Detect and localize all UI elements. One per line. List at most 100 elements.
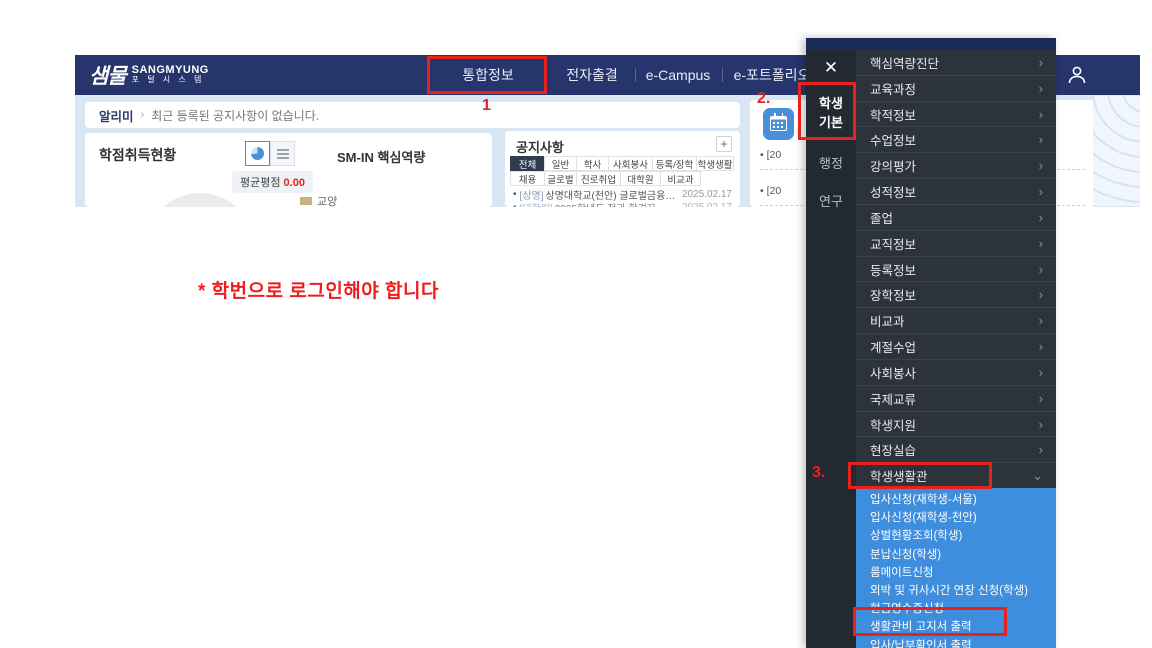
- chevron-right-icon: ›: [1039, 158, 1043, 173]
- menu-item-class-info[interactable]: 수업정보›: [856, 127, 1056, 153]
- login-note: * 학번으로 로그인해야 합니다: [198, 276, 439, 303]
- menu-item-grades[interactable]: 성적정보›: [856, 179, 1056, 205]
- logo-text: SANGMYUNG 포 털 시 스 템: [132, 65, 209, 85]
- close-icon[interactable]: ✕: [806, 58, 856, 78]
- nav-separator: [722, 68, 723, 82]
- tab-all[interactable]: 전체: [510, 156, 545, 171]
- chevron-right-icon: ›: [1039, 417, 1043, 432]
- calendar-icon: [770, 116, 787, 131]
- background-watermark: [1093, 96, 1140, 206]
- alert-title: 알리미: [99, 106, 134, 125]
- menu-item-seasonal-semester[interactable]: 계절수업›: [856, 334, 1056, 360]
- sidebar-rail: ✕ 학생 기본 행정 연구: [806, 50, 856, 648]
- menu-item-volunteer[interactable]: 사회봉사›: [856, 360, 1056, 386]
- chevron-right-icon: ›: [1039, 391, 1043, 406]
- chevron-right-icon: ›: [1039, 81, 1043, 96]
- gpa-value: 0.00: [284, 177, 305, 189]
- portal-logo[interactable]: 샘물 SANGMYUNG 포 털 시 스 템: [89, 60, 209, 90]
- pie-view-button[interactable]: [245, 141, 270, 166]
- menu-item-registration-info[interactable]: 등록정보›: [856, 257, 1056, 283]
- submenu-roommate-application[interactable]: 룸메이트신청: [856, 563, 1056, 581]
- submenu-move-in-cheonan[interactable]: 입사신청(재학생-천안): [856, 508, 1056, 526]
- chevron-right-icon: ›: [1039, 442, 1043, 457]
- submenu-move-in-seoul[interactable]: 입사신청(재학생-서울): [856, 490, 1056, 508]
- alert-bar: 알리미 › 최근 등록된 공지사항이 없습니다.: [85, 102, 740, 128]
- tab-extracurricular[interactable]: 비교과: [660, 171, 701, 186]
- sidebar-menu: 핵심역량진단› 교육과정› 학적정보› 수업정보› 강의평가› 성적정보› 졸업…: [856, 50, 1056, 488]
- chevron-right-icon: ›: [1039, 184, 1043, 199]
- menu-item-extracurricular[interactable]: 비교과›: [856, 308, 1056, 334]
- menu-item-international-exchange[interactable]: 국제교류›: [856, 386, 1056, 412]
- tab-empty: [700, 171, 734, 186]
- chevron-right-icon: ›: [1039, 339, 1043, 354]
- gpa-chip: 평균평점 0.00: [232, 171, 313, 193]
- chevron-right-icon: ›: [1039, 210, 1043, 225]
- tab-registration-scholarship[interactable]: 등록/장학: [652, 156, 697, 171]
- nav-separator: [635, 68, 636, 82]
- tab-student-life[interactable]: 학생생활: [696, 156, 734, 171]
- alert-message: 최근 등록된 공지사항이 없습니다.: [151, 107, 319, 124]
- user-profile-icon[interactable]: [1065, 63, 1089, 87]
- menu-item-academic-records[interactable]: 학적정보›: [856, 102, 1056, 128]
- core-competency-title: SM-IN 핵심역량: [337, 147, 425, 166]
- chevron-right-icon: ›: [1039, 55, 1043, 70]
- rail-item-administration[interactable]: 행정: [806, 154, 856, 173]
- menu-item-core-competency[interactable]: 핵심역량진단›: [856, 50, 1056, 76]
- menu-item-teaching-info[interactable]: 교직정보›: [856, 231, 1056, 257]
- submenu-move-in-payment-certificate[interactable]: 입사/납부확인서 출력: [856, 636, 1056, 648]
- submenu-dorm-fee-bill-print[interactable]: 생활관비 고지서 출력: [856, 617, 1056, 635]
- chevron-right-icon: ›: [1039, 262, 1043, 277]
- menu-item-graduation[interactable]: 졸업›: [856, 205, 1056, 231]
- chevron-right-icon: ›: [1039, 107, 1043, 122]
- menu-item-curriculum[interactable]: 교육과정›: [856, 76, 1056, 102]
- credits-card: 학점취득현황 평균평점 0.00 교양 SM-IN 핵심역량: [85, 133, 492, 207]
- gpa-label: 평균평점: [240, 177, 280, 189]
- screen: 샘물 SANGMYUNG 포 털 시 스 템 통합정보 전자출결 e-Campu…: [0, 0, 1152, 648]
- tab-recruit[interactable]: 채용: [510, 171, 545, 186]
- calendar-button[interactable]: [763, 108, 794, 140]
- tab-general[interactable]: 일반: [544, 156, 577, 171]
- rail-item-research[interactable]: 연구: [806, 192, 856, 211]
- chevron-right-icon: ›: [1039, 287, 1043, 302]
- nav-separator: [545, 68, 546, 82]
- annotation-label-2: 2.: [757, 90, 770, 108]
- chevron-right-icon: ›: [1039, 132, 1043, 147]
- tab-grad-school[interactable]: 대학원: [620, 171, 661, 186]
- tab-career[interactable]: 진로취업: [576, 171, 621, 186]
- logo-symbol: 샘물: [89, 60, 126, 90]
- chart-legend: 교양: [300, 193, 337, 207]
- dormitory-submenu: 입사신청(재학생-서울) 입사신청(재학생-천안) 상벌현황조회(학생) 분납신…: [856, 488, 1056, 648]
- submenu-installment-application[interactable]: 분납신청(학생): [856, 545, 1056, 563]
- rail-item-student-basic[interactable]: 학생 기본: [806, 94, 856, 132]
- annotation-label-3: 3.: [812, 464, 825, 482]
- nav-e-portfolio[interactable]: e-포트폴리오: [734, 55, 811, 95]
- sidebar-top-strip: [806, 38, 1056, 50]
- tab-volunteer[interactable]: 사회봉사: [608, 156, 653, 171]
- menu-item-scholarship-info[interactable]: 장학정보›: [856, 282, 1056, 308]
- annotation-label-1: 1: [482, 97, 491, 115]
- nav-e-campus[interactable]: e-Campus: [646, 55, 711, 95]
- submenu-cash-receipt[interactable]: 현금영수증신청: [856, 599, 1056, 617]
- menu-item-field-practice[interactable]: 현장실습›: [856, 437, 1056, 463]
- chart-view-toggles: [245, 141, 295, 166]
- bullet-icon: •: [513, 189, 517, 200]
- nav-e-attendance[interactable]: 전자출결: [566, 55, 618, 95]
- submenu-merit-demerit-inquiry[interactable]: 상벌현황조회(학생): [856, 526, 1056, 544]
- chevron-right-icon: ›: [1039, 236, 1043, 251]
- nav-integrated-info[interactable]: 통합정보: [462, 55, 514, 95]
- list-view-button[interactable]: [270, 141, 295, 166]
- chevron-down-icon: ⌄: [1032, 468, 1043, 484]
- submenu-overnight-extension[interactable]: 외박 및 귀사시간 연장 신청(학생): [856, 581, 1056, 599]
- legend-label: 교양: [317, 193, 337, 207]
- add-notice-button[interactable]: +: [716, 136, 732, 152]
- notice-tabs-row2: 채용 글로벌 진로취업 대학원 비교과: [511, 171, 734, 186]
- notice-item[interactable]: • [대학원] 2025학년도 전과 합격자 확정(학과)... 2025.02…: [513, 201, 732, 207]
- menu-item-dormitory[interactable]: 학생생활관⌄: [856, 463, 1056, 488]
- menu-item-lecture-evaluation[interactable]: 강의평가›: [856, 153, 1056, 179]
- legend-swatch: [300, 197, 312, 205]
- menu-item-student-support[interactable]: 학생지원›: [856, 412, 1056, 438]
- tab-academic[interactable]: 학사: [576, 156, 609, 171]
- sidebar-menu-panel: ✕ 학생 기본 행정 연구 핵심역량진단› 교육과정› 학적정보› 수업정보› …: [806, 38, 1056, 648]
- chevron-right-icon: ›: [141, 109, 145, 121]
- tab-global[interactable]: 글로벌: [544, 171, 577, 186]
